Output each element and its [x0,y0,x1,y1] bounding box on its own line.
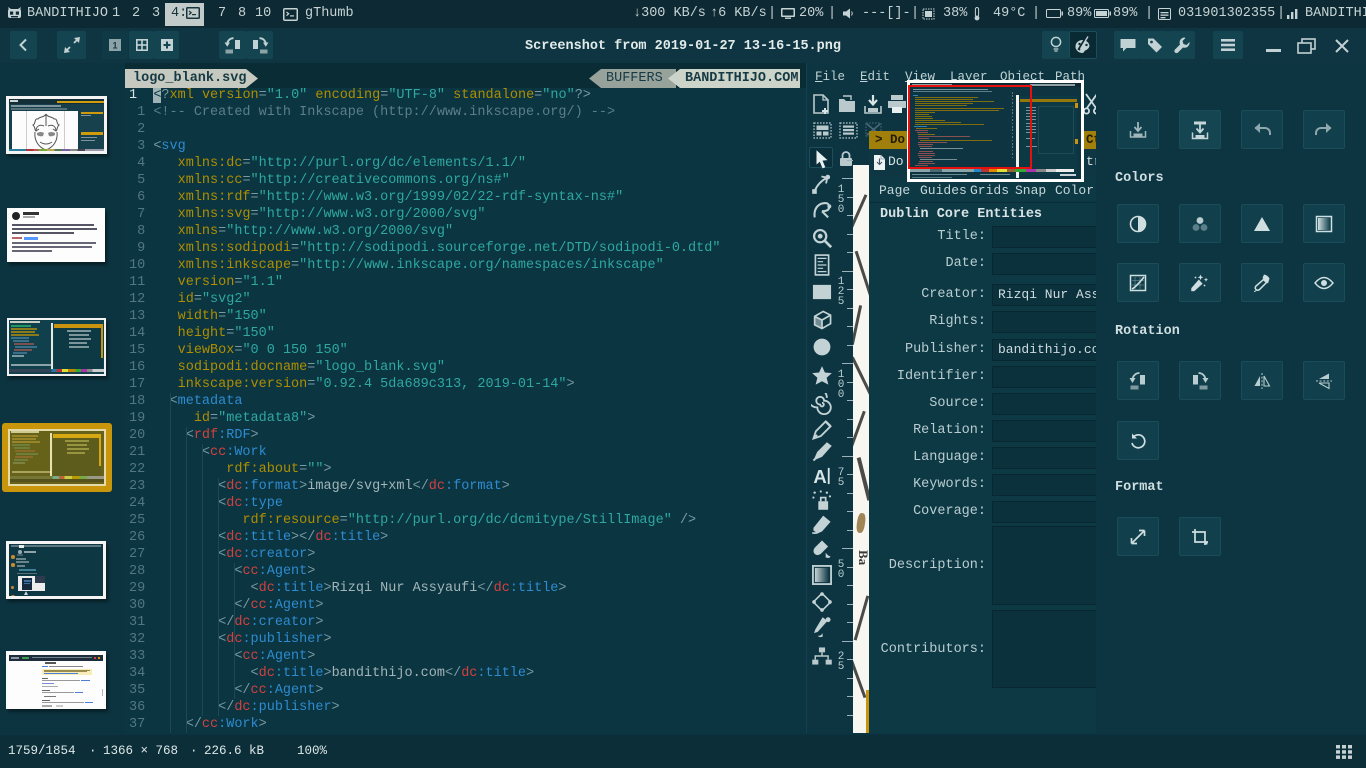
svg-text:A: A [813,466,826,487]
